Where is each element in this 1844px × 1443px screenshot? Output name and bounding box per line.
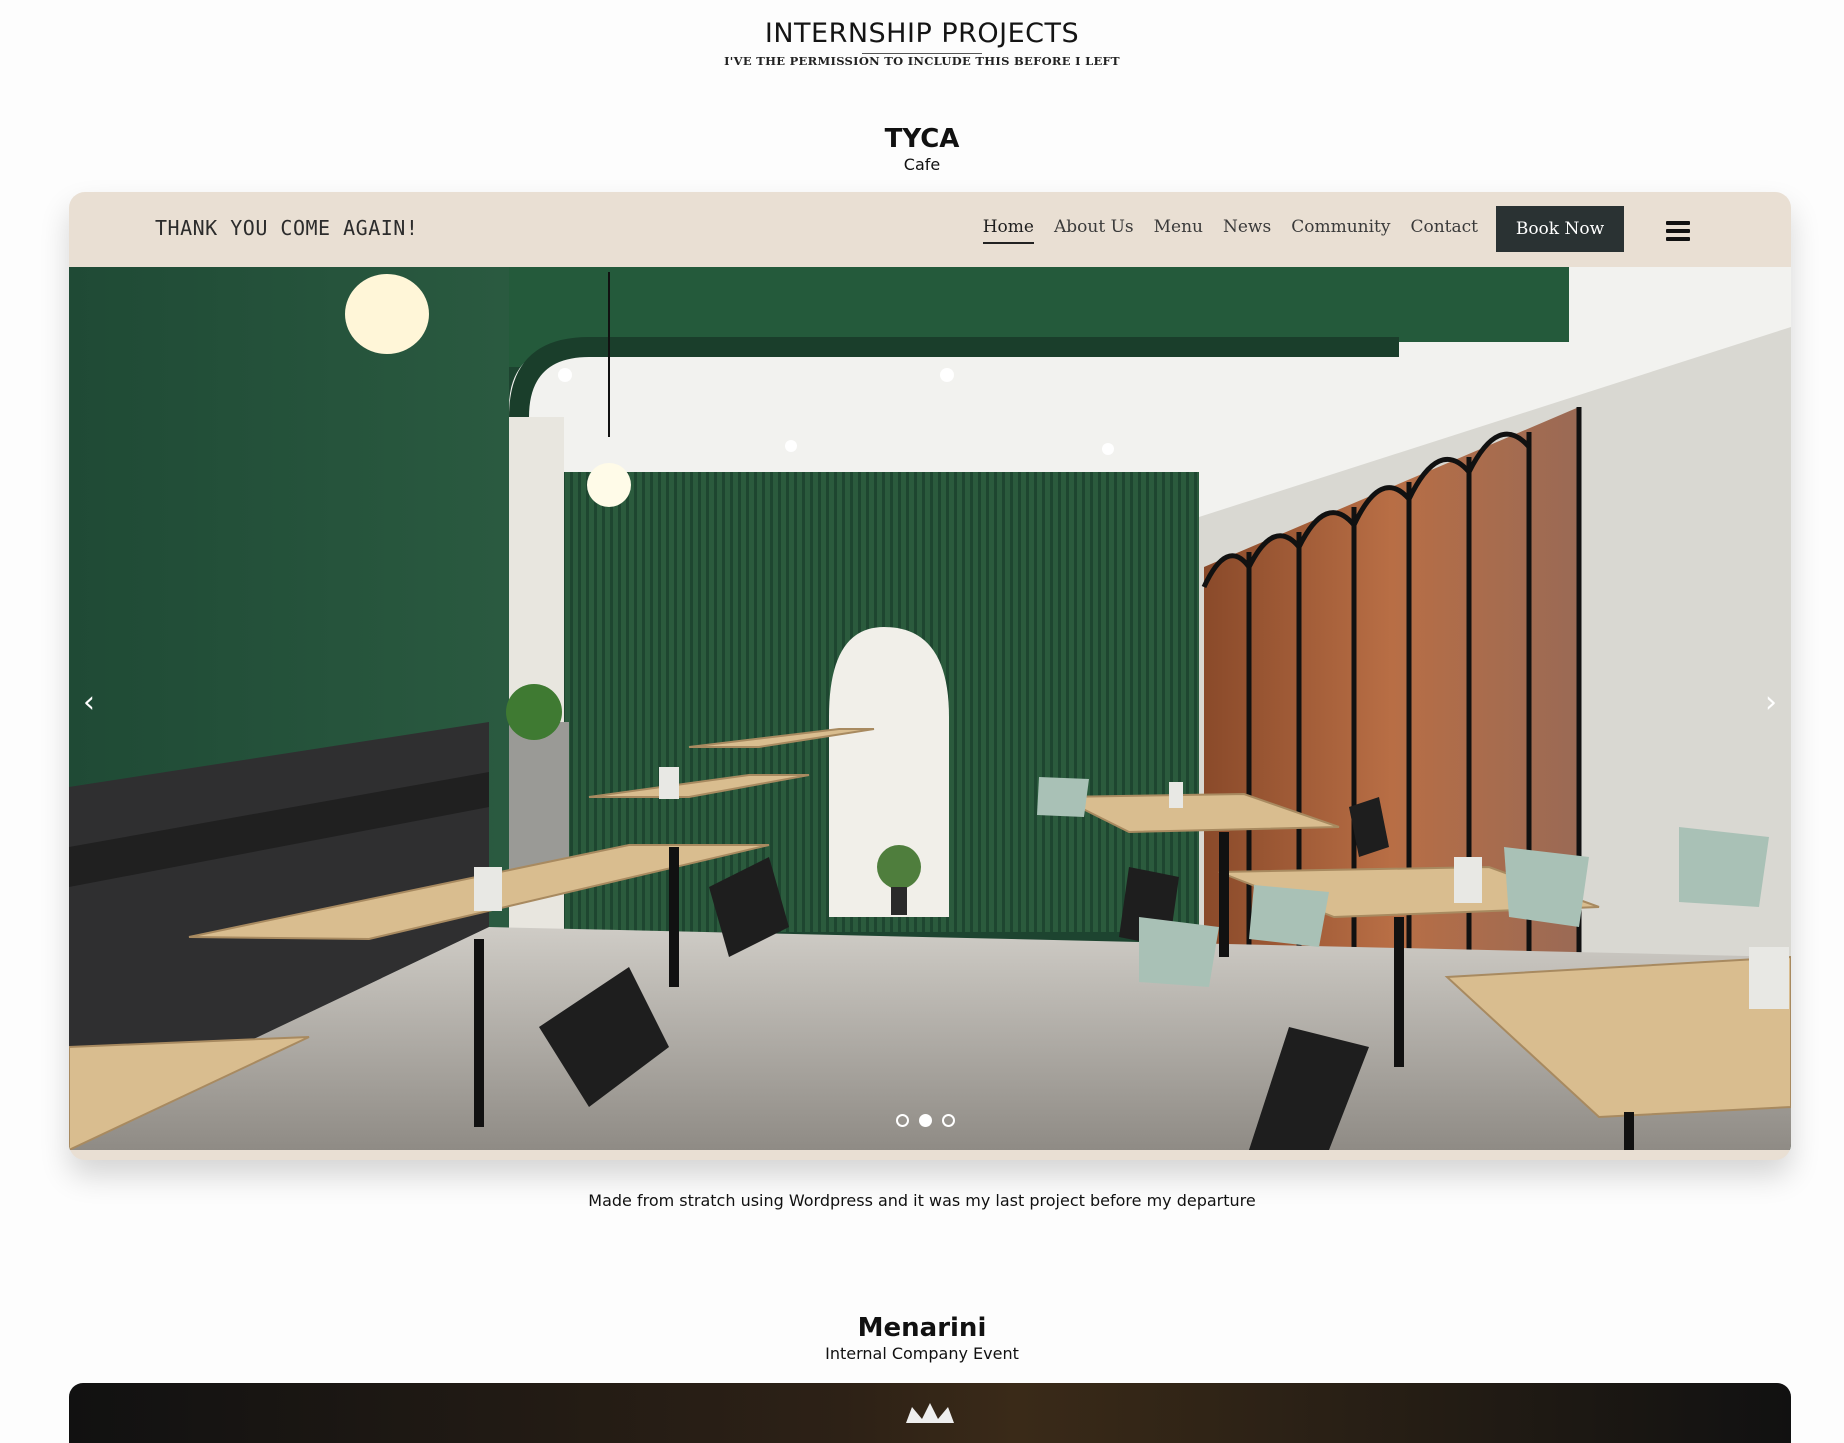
project-caption: Made from stratch using Wordpress and it…	[588, 1191, 1256, 1210]
nav-item-menu[interactable]: Menu	[1154, 217, 1203, 244]
project-name: Menarini	[857, 1313, 987, 1343]
project-type: Internal Company Event	[825, 1344, 1019, 1363]
project-showcase-menarini	[69, 1383, 1791, 1443]
nav-item-home[interactable]: Home	[982, 217, 1034, 244]
crown-logo-icon	[906, 1403, 954, 1423]
slider-dot-1[interactable]	[896, 1114, 909, 1127]
project-name: TYCA	[884, 124, 960, 154]
nav-item-community[interactable]: Community	[1291, 217, 1390, 244]
chevron-left-icon[interactable]: ‹	[83, 685, 95, 720]
page-header: INTERNSHIP PROJECTS I'VE THE PERMISSION …	[0, 18, 1844, 68]
hero-slider: ‹ ›	[69, 267, 1791, 1150]
slider-dots	[896, 1114, 955, 1127]
website-nav-bar: THANK YOU COME AGAIN! Home About Us Menu…	[69, 192, 1791, 267]
project-type: Cafe	[903, 155, 941, 174]
site-logo[interactable]: THANK YOU COME AGAIN!	[155, 216, 418, 240]
page-title: INTERNSHIP PROJECTS	[764, 18, 1080, 49]
nav-item-contact[interactable]: Contact	[1410, 217, 1478, 244]
project-showcase-tyca: THANK YOU COME AGAIN! Home About Us Menu…	[69, 192, 1791, 1160]
book-now-button[interactable]: Book Now	[1496, 206, 1624, 252]
nav-links: Home About Us Menu News Community Contac…	[982, 217, 1478, 244]
project-heading-menarini: Menarini Internal Company Event	[0, 1313, 1844, 1363]
slider-dot-2[interactable]	[919, 1114, 932, 1127]
slider-dot-3[interactable]	[942, 1114, 955, 1127]
nav-item-about-us[interactable]: About Us	[1054, 217, 1134, 244]
hamburger-menu-icon[interactable]	[1666, 221, 1690, 241]
chevron-right-icon[interactable]: ›	[1765, 685, 1777, 720]
cafe-interior-image	[69, 267, 1791, 1150]
page-subtitle: I'VE THE PERMISSION TO INCLUDE THIS BEFO…	[724, 54, 1120, 68]
nav-item-news[interactable]: News	[1223, 217, 1271, 244]
project-heading-tyca: TYCA Cafe	[0, 124, 1844, 174]
